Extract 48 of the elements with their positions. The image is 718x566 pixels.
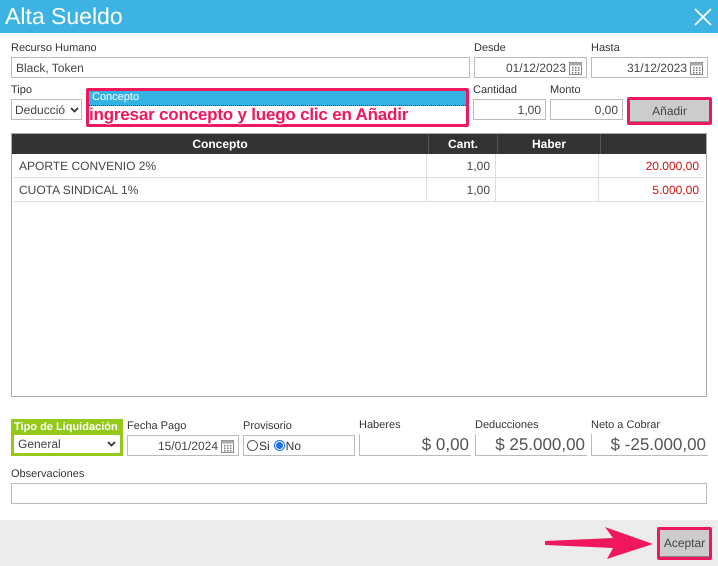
arrow-icon — [543, 525, 655, 561]
table-cell: 1,00 — [427, 178, 496, 201]
field-label: Neto a Cobrar — [591, 419, 662, 432]
table-cell-text: 5.000,00 — [651, 182, 700, 198]
field-label: Concepto — [89, 91, 466, 106]
column-header: Cant. — [429, 134, 498, 154]
field-label: Hasta — [591, 42, 621, 55]
total-value: $ -25.000,00 — [591, 434, 708, 456]
close-icon[interactable] — [694, 8, 712, 26]
date-field[interactable]: 01/12/2023 — [474, 57, 587, 78]
table-cell: APORTE CONVENIO 2% — [14, 154, 427, 177]
column-header: Haber — [498, 134, 601, 154]
input-field[interactable] — [11, 483, 707, 504]
table-cell: 1,00 — [427, 154, 496, 177]
column-header: Concepto — [12, 134, 429, 154]
calendar-icon[interactable] — [690, 60, 703, 74]
field-label: Haberes — [359, 419, 402, 432]
input-field[interactable]: 1,00 — [473, 99, 546, 120]
input-field[interactable]: Black, Token — [11, 57, 470, 78]
field-label: Tipo de Liquidación — [14, 421, 119, 435]
chevron-down-icon — [70, 106, 79, 112]
field-label: Provisorio — [243, 420, 293, 433]
select-field[interactable]: Deducció — [11, 99, 82, 120]
date-field[interactable]: 31/12/2023 — [591, 57, 708, 78]
date-field[interactable]: 15/01/2024 — [127, 435, 239, 456]
field-label: Deducciones — [475, 419, 540, 432]
radio-option[interactable]: Si — [247, 438, 270, 452]
field-label: Recurso Humano — [11, 42, 98, 55]
field-label: Tipo — [11, 84, 33, 97]
annotation-text: ingresar concepto y luego clic en Añadir — [89, 106, 410, 124]
total-value: $ 25.000,00 — [475, 434, 587, 456]
field-label: Observaciones — [11, 468, 86, 481]
table-cell-text: 20.000,00 — [644, 158, 700, 174]
calendar-icon[interactable] — [569, 60, 582, 74]
total-value: $ 0,00 — [359, 434, 471, 456]
field-label: Cantidad — [473, 84, 518, 97]
add-button[interactable]: Añadir — [630, 100, 709, 122]
radio-option[interactable]: No — [274, 438, 302, 452]
calendar-icon[interactable] — [221, 438, 234, 452]
table-cell: CUOTA SINDICAL 1% — [14, 178, 427, 201]
select-field[interactable]: General — [14, 435, 120, 453]
accept-button[interactable]: Aceptar — [660, 530, 709, 556]
input-field[interactable]: 0,00 — [550, 99, 623, 120]
field-label: Monto — [550, 84, 582, 97]
field-label: Desde — [474, 42, 507, 55]
chevron-down-icon — [107, 441, 116, 447]
window-title: Alta Sueldo — [5, 3, 123, 30]
field-label: Fecha Pago — [127, 420, 188, 433]
